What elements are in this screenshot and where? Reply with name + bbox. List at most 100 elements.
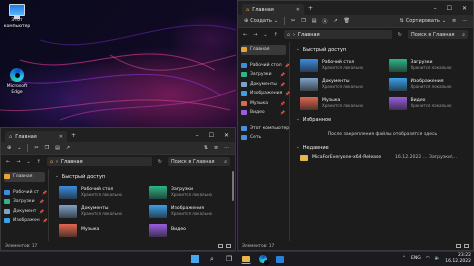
tiles-view-icon[interactable]: [464, 243, 469, 248]
close-icon[interactable]: ✕: [462, 5, 467, 12]
view-options-icon[interactable]: ≡: [214, 145, 218, 151]
language-indicator[interactable]: ENG: [411, 256, 421, 261]
command-bar: ⊕ ⌄ ✂ ❐ ▤ ↗ ⇅ ≡ ···: [1, 142, 235, 155]
view-toggle[interactable]: [456, 243, 469, 248]
desktop-icon-edge[interactable]: Microsoft Edge: [1, 68, 33, 95]
search-input[interactable]: Поиск в Главная ⌕: [168, 157, 230, 166]
wifi-icon[interactable]: ◠: [426, 256, 430, 261]
section-quick-access[interactable]: ⌄ Быстрый доступ: [55, 172, 231, 181]
maximize-icon[interactable]: ☐: [447, 5, 452, 12]
close-tab-icon[interactable]: ✕: [296, 7, 300, 13]
paste-icon[interactable]: ▤: [312, 18, 317, 24]
section-recent[interactable]: ⌄ Недавние: [296, 143, 469, 152]
sidebar-item[interactable]: Рабочий ст 📌: [4, 188, 48, 198]
more-icon[interactable]: ···: [462, 18, 467, 24]
sidebar-item-label: Музыка: [250, 100, 268, 106]
chevron-up-icon[interactable]: ⌃: [402, 256, 406, 261]
store-button[interactable]: [275, 254, 285, 264]
rename-icon[interactable]: Ⓐ: [322, 18, 327, 25]
file-explorer-button[interactable]: [241, 254, 251, 264]
quick-access-tile[interactable]: Музыка: [59, 222, 141, 238]
title-bar: ⌂ Главная ✕ + – ☐ ✕: [1, 128, 235, 142]
forward-icon[interactable]: →: [253, 32, 257, 38]
content-pane: ⌄ Быстрый доступ Рабочий стол Хранится ло…: [49, 169, 235, 241]
close-icon[interactable]: ✕: [224, 132, 229, 139]
details-view-icon[interactable]: [456, 243, 461, 248]
sidebar-item[interactable]: Сеть: [241, 133, 289, 143]
quick-access-tile[interactable]: Загрузки Хранится локально: [149, 184, 231, 200]
recent-file-row[interactable]: MicaForEveryone-x64-Release 16.12.2022 .…: [296, 152, 469, 163]
edge-button[interactable]: [258, 254, 269, 265]
chevron-down-icon[interactable]: ⌄: [263, 32, 267, 38]
sidebar-item[interactable]: Загрузки 📌: [241, 70, 289, 80]
desktop-icon-computer[interactable]: Этот компьютер: [1, 4, 33, 29]
address-bar[interactable]: ⌂ › Главная: [46, 157, 152, 166]
close-tab-icon[interactable]: ✕: [59, 134, 63, 140]
view-toggle[interactable]: [218, 243, 231, 248]
cut-icon[interactable]: ✂: [291, 18, 295, 24]
section-favorites[interactable]: ⌄ Избранное: [296, 115, 469, 124]
up-icon[interactable]: ↑: [37, 159, 41, 165]
scrollbar[interactable]: [232, 171, 234, 201]
sidebar-item[interactable]: Видео 📌: [241, 108, 289, 118]
sidebar-item[interactable]: Загрузки 📌: [4, 197, 48, 207]
view-options-icon[interactable]: ≡: [452, 18, 456, 24]
chevron-down-icon[interactable]: ⌄: [26, 159, 30, 165]
sidebar-item[interactable]: Изображения 📌: [241, 89, 290, 99]
quick-access-tile[interactable]: Изображения Хранится локально: [388, 76, 470, 92]
sort-icon[interactable]: ⇅: [204, 145, 208, 151]
share-icon[interactable]: ↗: [66, 145, 70, 151]
quick-access-tile[interactable]: Изображения Хранится локально: [149, 203, 231, 219]
quick-access-tile[interactable]: Загрузки Хранится локально: [388, 57, 470, 73]
sidebar-item[interactable]: Главная: [241, 45, 286, 55]
quick-access-tile[interactable]: Документы Хранится локально: [59, 203, 141, 219]
copy-icon[interactable]: ❐: [45, 145, 49, 151]
new-tab-icon[interactable]: +: [308, 5, 313, 12]
refresh-icon[interactable]: ↻: [158, 159, 162, 165]
up-icon[interactable]: ↑: [274, 32, 278, 38]
sidebar-item[interactable]: Документ 📌: [4, 207, 48, 217]
quick-access-tile[interactable]: Видео: [149, 222, 231, 238]
tab-home[interactable]: ⌂ Главная ✕: [5, 131, 67, 142]
sort-button[interactable]: ⇅ Сортировать ⌄: [400, 18, 446, 24]
start-button[interactable]: [190, 254, 200, 264]
details-view-icon[interactable]: [218, 243, 223, 248]
sidebar-item[interactable]: Музыка 📌: [241, 99, 289, 109]
minimize-icon[interactable]: –: [196, 132, 199, 139]
sidebar-item[interactable]: Рабочий стол 📌: [241, 61, 290, 71]
sidebar-item[interactable]: Изображен 📌: [4, 216, 48, 226]
sidebar-item[interactable]: Главная: [4, 172, 45, 182]
address-bar[interactable]: ⌂ › Главная: [283, 30, 392, 39]
tiles-view-icon[interactable]: [226, 243, 231, 248]
create-button[interactable]: ⊕ Создать ⌄: [244, 18, 278, 24]
back-icon[interactable]: ←: [243, 32, 247, 38]
plus-circle-icon[interactable]: ⊕: [7, 145, 11, 151]
refresh-icon[interactable]: ↻: [398, 32, 402, 38]
new-tab-icon[interactable]: +: [71, 132, 76, 139]
maximize-icon[interactable]: ☐: [209, 132, 214, 139]
quick-access-tile[interactable]: Музыка Хранится локально: [300, 95, 381, 111]
sidebar-item[interactable]: Документы 📌: [241, 80, 289, 90]
more-icon[interactable]: ···: [224, 145, 229, 151]
back-icon[interactable]: ←: [6, 159, 10, 165]
search-button[interactable]: ⌕: [207, 254, 217, 264]
share-icon[interactable]: ↗: [333, 18, 337, 24]
search-input[interactable]: Поиск в Главная ⌕: [408, 30, 468, 39]
quick-access-tile[interactable]: Рабочий стол Хранится локально: [59, 184, 141, 200]
cut-icon[interactable]: ✂: [34, 145, 38, 151]
volume-icon[interactable]: 🔈: [435, 256, 441, 261]
paste-icon[interactable]: ▤: [55, 145, 60, 151]
quick-access-tile[interactable]: Документы Хранится локально: [300, 76, 381, 92]
minimize-icon[interactable]: –: [434, 5, 437, 12]
quick-access-tile[interactable]: Рабочий стол Хранится локально: [300, 57, 381, 73]
sidebar-item[interactable]: Этот компьютер: [241, 124, 289, 134]
forward-icon[interactable]: →: [16, 159, 20, 165]
copy-icon[interactable]: ❐: [301, 18, 305, 24]
section-quick-access[interactable]: ⌄ Быстрый доступ: [296, 45, 469, 54]
tab-home[interactable]: ⌂ Главная ✕: [242, 4, 304, 15]
quick-access-tile[interactable]: Видео Хранится локально: [388, 95, 470, 111]
task-view-button[interactable]: ❐: [224, 254, 234, 264]
delete-icon[interactable]: 🗑: [344, 18, 350, 24]
clock[interactable]: 23:22 16.12.2022: [445, 253, 471, 264]
status-bar: Элементов: 17: [1, 241, 235, 250]
